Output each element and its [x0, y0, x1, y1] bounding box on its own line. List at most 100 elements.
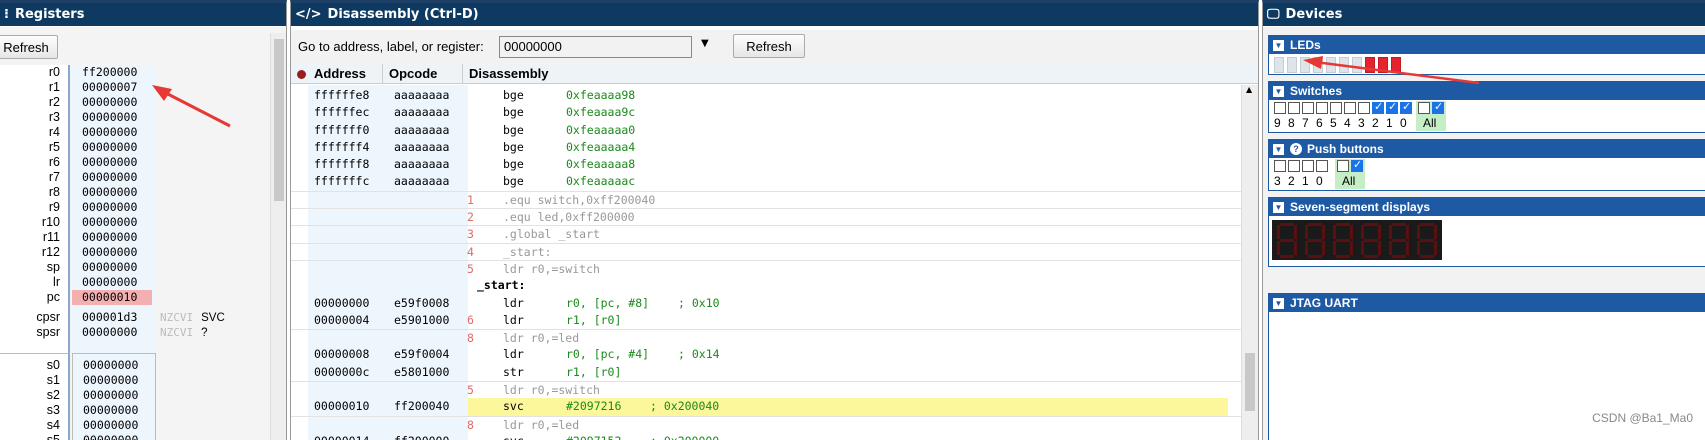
push-button-checkbox[interactable]	[1316, 160, 1328, 172]
switches-all-toggle[interactable]: All	[1416, 100, 1446, 131]
breakpoint-icon[interactable]	[297, 70, 306, 79]
fp-register-value[interactable]: 00000000	[73, 358, 155, 373]
disassembly-row[interactable]: ffffffe8 aaaaaaaa bge 0xfeaaaa98	[291, 87, 1241, 104]
status-register-value[interactable]: 000001d3	[72, 310, 156, 325]
switch-checkbox[interactable]	[1330, 102, 1342, 114]
register-value[interactable]: 00000000	[72, 110, 156, 125]
register-value[interactable]: 00000000	[72, 140, 156, 155]
disassembly-row[interactable]: 5 ldr r0,=switch	[291, 259, 1241, 277]
disassembly-row[interactable]: 00000014 ff200000 svc #2097152 ; 0x200000	[291, 433, 1241, 440]
register-value[interactable]: 00000000	[72, 230, 156, 245]
registers-scrollbar[interactable]	[270, 33, 286, 440]
cpu-mode: ?	[201, 327, 208, 339]
segment	[1392, 255, 1406, 258]
register-value[interactable]: 00000000	[72, 170, 156, 185]
goto-dropdown-icon[interactable]: ▼	[701, 38, 709, 49]
register-value[interactable]: 00000000	[72, 275, 156, 290]
register-name: sp	[46, 260, 60, 274]
register-value[interactable]: 00000000	[72, 215, 156, 230]
disassembly-listing[interactable]: ffffffe8 aaaaaaaa bge 0xfeaaaa98 ffffffec aaa…	[291, 87, 1241, 440]
disassembly-row[interactable]: 2 .equ led,0xff200000	[291, 208, 1241, 225]
register-value[interactable]: ff200000	[72, 65, 156, 80]
help-icon[interactable]: ?	[1290, 143, 1302, 155]
collapse-icon[interactable]: ▼	[1273, 85, 1284, 97]
disassembly-row[interactable]: fffffff8 aaaaaaaa bge 0xfeaaaaa8	[291, 156, 1241, 173]
disassembly-refresh-button[interactable]: Refresh	[733, 34, 805, 58]
fp-register-value[interactable]: 00000000	[73, 403, 155, 418]
push-button-checkbox[interactable]	[1302, 160, 1314, 172]
scroll-up-icon[interactable]: ▲	[1246, 85, 1252, 94]
collapse-icon[interactable]: ▼	[1273, 39, 1284, 51]
switch-checkbox[interactable]	[1302, 102, 1314, 114]
push-buttons-all-off-checkbox[interactable]	[1337, 160, 1349, 172]
disassembly-row[interactable]: 00000004 e5901000 6 ldr r1, [r0]	[291, 312, 1241, 329]
switch-checkbox[interactable]	[1358, 102, 1370, 114]
register-value[interactable]: 00000000	[72, 245, 156, 260]
disassembly-row[interactable]: 8 ldr r0,=led	[291, 329, 1241, 346]
row-opcode: aaaaaaaa	[394, 139, 450, 154]
register-value[interactable]: 00000000	[72, 200, 156, 215]
register-value[interactable]: 00000000	[72, 125, 156, 140]
register-value[interactable]: 00000000	[72, 155, 156, 170]
disassembly-row[interactable]: 00000008 e59f0004 ldr r0, [pc, #4] ; 0x14	[291, 346, 1241, 363]
collapse-icon[interactable]: ▼	[1273, 143, 1284, 155]
disassembly-row[interactable]: fffffff0 aaaaaaaa bge 0xfeaaaaa0	[291, 122, 1241, 139]
status-register-value[interactable]: 00000000	[72, 325, 156, 340]
register-value[interactable]: 00000007	[72, 80, 156, 95]
disassembly-scrollbar[interactable]: ▲	[1241, 85, 1258, 440]
devices-title: Devices	[1285, 7, 1343, 22]
switch-label: 0	[1400, 116, 1407, 130]
register-value[interactable]: 00000010	[72, 290, 152, 305]
disassembly-row[interactable]: 5 ldr r0,=switch	[291, 381, 1241, 398]
disassembly-row[interactable]: fffffffc aaaaaaaa bge 0xfeaaaaac	[291, 173, 1241, 190]
row-address: 00000014	[314, 433, 369, 440]
register-name: lr	[53, 275, 60, 289]
goto-toolbar: Go to address, label, or register: 00000…	[291, 30, 1258, 64]
disassembly-row[interactable]: 4 _start:	[291, 242, 1241, 260]
disassembly-row[interactable]: 1 .equ switch,0xff200040	[291, 190, 1241, 208]
push-buttons-all-toggle[interactable]: All	[1335, 158, 1365, 189]
cpu-mode: SVC	[201, 312, 225, 324]
fp-register-value[interactable]: 00000000	[73, 388, 155, 403]
column-address: Address	[308, 64, 383, 84]
segment	[1277, 225, 1280, 239]
switch-checkbox[interactable]	[1344, 102, 1356, 114]
collapse-icon[interactable]: ▼	[1273, 201, 1284, 213]
collapse-icon[interactable]: ▼	[1273, 297, 1284, 309]
disassembly-row[interactable]: 0000000c e5801000 str r1, [r0]	[291, 364, 1241, 381]
switch-checkbox[interactable]	[1372, 100, 1384, 114]
segment	[1308, 239, 1322, 242]
register-name: r2	[48, 95, 60, 109]
disassembly-row[interactable]: 8 ldr r0,=led	[291, 415, 1241, 433]
registers-scrollbar-thumb[interactable]	[274, 39, 284, 201]
push-button-checkbox[interactable]	[1274, 160, 1286, 172]
fp-register-value[interactable]: 00000000	[73, 433, 155, 440]
switch-checkbox[interactable]	[1288, 102, 1300, 114]
disassembly-row[interactable]: ffffffec aaaaaaaa bge 0xfeaaaa9c	[291, 104, 1241, 121]
register-values-column: ff200000 00000007 00000000 00000000 00000000…	[72, 65, 156, 353]
push-button-checkbox[interactable]	[1288, 160, 1300, 172]
disassembly-row[interactable]: _start:	[291, 277, 1241, 294]
fp-register-value[interactable]: 00000000	[73, 418, 155, 433]
register-value[interactable]: 00000000	[72, 260, 156, 275]
segment	[1333, 241, 1336, 255]
goto-input[interactable]: 00000000	[499, 36, 692, 58]
switches-all-on-checkbox[interactable]	[1432, 100, 1444, 114]
register-value[interactable]: 00000000	[72, 185, 156, 200]
disassembly-row[interactable]: 00000010 ff200040 svc #2097216 ; 0x200040	[291, 398, 1241, 416]
disassembly-row[interactable]: 00000000 e59f0008 ldr r0, [pc, #8] ; 0x10	[291, 295, 1241, 312]
registers-panel: ⁝ Registers Refresh r0 r1 r2 r3 r4 r5 r6 r7 r8 r9…	[0, 0, 287, 440]
register-value[interactable]: 00000000	[72, 95, 156, 110]
fp-register-value[interactable]: 00000000	[73, 373, 155, 388]
switches-all-off-checkbox[interactable]	[1418, 102, 1430, 114]
disassembly-row[interactable]: fffffff4 aaaaaaaa bge 0xfeaaaaa4	[291, 139, 1241, 156]
registers-refresh-button[interactable]: Refresh	[0, 35, 58, 59]
switch-checkbox[interactable]	[1316, 102, 1328, 114]
disassembly-scrollbar-thumb[interactable]	[1245, 353, 1255, 411]
switch-checkbox[interactable]	[1386, 100, 1398, 114]
disassembly-row[interactable]: 3 .global _start	[291, 225, 1241, 242]
switch-checkbox[interactable]	[1274, 102, 1286, 114]
push-buttons-all-on-checkbox[interactable]	[1351, 158, 1363, 172]
goto-label: Go to address, label, or register:	[298, 39, 484, 54]
switch-checkbox[interactable]	[1400, 100, 1412, 114]
